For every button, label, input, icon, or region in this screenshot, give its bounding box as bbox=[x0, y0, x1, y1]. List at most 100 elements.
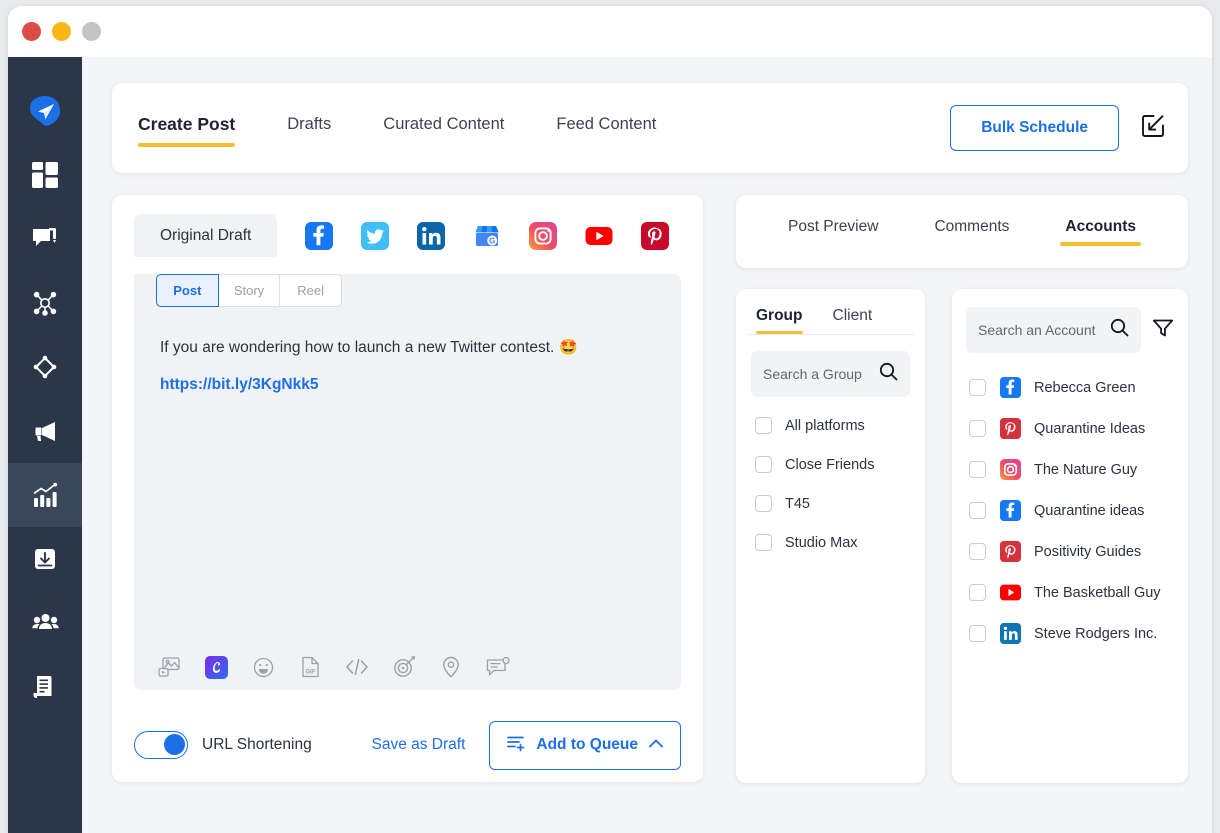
note-comment-icon[interactable] bbox=[485, 654, 511, 680]
sidebar-item-publish[interactable] bbox=[8, 79, 82, 143]
sidebar-item-analytics[interactable] bbox=[8, 463, 82, 527]
app-window: Create Post Drafts Curated Content Feed … bbox=[8, 6, 1212, 833]
facebook-icon[interactable] bbox=[305, 221, 334, 250]
google-business-icon[interactable]: G bbox=[473, 222, 501, 250]
facebook-icon bbox=[1000, 500, 1021, 521]
download-inbox-icon bbox=[32, 546, 58, 572]
gif-file-icon[interactable]: GIF bbox=[297, 654, 323, 680]
compose-square-arrow-icon bbox=[1141, 113, 1166, 143]
segment-post[interactable]: Post bbox=[156, 274, 219, 307]
checkbox[interactable] bbox=[969, 502, 986, 519]
group-item-label: T45 bbox=[785, 495, 810, 512]
location-pin-icon[interactable] bbox=[438, 654, 464, 680]
accounts-search-row: Search an Account bbox=[966, 307, 1174, 353]
post-text-content: If you are wondering how to launch a new… bbox=[160, 339, 555, 356]
group-item-label: Close Friends bbox=[785, 456, 875, 473]
platform-icon-row: G bbox=[305, 221, 670, 250]
diamond-target-icon bbox=[32, 354, 58, 380]
linkedin-icon[interactable] bbox=[417, 221, 446, 250]
account-row[interactable]: Steve Rodgers Inc. bbox=[966, 613, 1174, 654]
account-row[interactable]: The Basketball Guy bbox=[966, 572, 1174, 613]
account-name: Positivity Guides bbox=[1034, 543, 1142, 560]
checkbox[interactable] bbox=[755, 495, 772, 512]
checkbox[interactable] bbox=[969, 625, 986, 642]
group-search-input[interactable]: Search a Group bbox=[751, 351, 910, 397]
tab-drafts[interactable]: Drafts bbox=[287, 115, 331, 141]
post-text-editor[interactable]: If you are wondering how to launch a new… bbox=[160, 337, 655, 359]
account-name: Quarantine ideas bbox=[1034, 502, 1145, 519]
window-minimize-button[interactable] bbox=[52, 22, 71, 41]
tab-feed-content[interactable]: Feed Content bbox=[556, 115, 656, 141]
group-item-close-friends[interactable]: Close Friends bbox=[751, 445, 910, 484]
accounts-panel: Search an Account Rebecca Green Quaranti… bbox=[952, 289, 1188, 783]
group-item-label: All platforms bbox=[785, 417, 865, 434]
media-image-icon[interactable] bbox=[156, 654, 182, 680]
tab-group[interactable]: Group bbox=[756, 307, 803, 334]
segment-story[interactable]: Story bbox=[218, 274, 281, 307]
account-search-placeholder: Search an Account bbox=[978, 322, 1096, 338]
checkbox[interactable] bbox=[969, 461, 986, 478]
sidebar-item-campaigns[interactable] bbox=[8, 335, 82, 399]
tab-comments[interactable]: Comments bbox=[934, 218, 1009, 246]
search-icon[interactable] bbox=[879, 362, 898, 386]
twitter-icon[interactable] bbox=[361, 221, 390, 250]
checkbox[interactable] bbox=[755, 534, 772, 551]
checkbox[interactable] bbox=[969, 379, 986, 396]
composer-footer: URL Shortening Save as Draft Add to Queu… bbox=[112, 690, 703, 778]
checkbox[interactable] bbox=[969, 543, 986, 560]
url-shortening-toggle[interactable] bbox=[134, 731, 188, 759]
composer-editor-area: Post Story Reel If you are wondering how… bbox=[134, 274, 681, 690]
checkbox[interactable] bbox=[755, 456, 772, 473]
tab-create-post[interactable]: Create Post bbox=[138, 114, 236, 147]
youtube-icon[interactable] bbox=[585, 222, 613, 250]
checkbox[interactable] bbox=[969, 584, 986, 601]
group-item-all-platforms[interactable]: All platforms bbox=[751, 406, 910, 445]
tab-original-draft[interactable]: Original Draft bbox=[134, 214, 278, 257]
sidebar-item-reports[interactable] bbox=[8, 655, 82, 719]
account-search-input[interactable]: Search an Account bbox=[966, 307, 1141, 353]
code-brackets-icon[interactable] bbox=[344, 654, 370, 680]
checkbox[interactable] bbox=[755, 417, 772, 434]
account-row[interactable]: The Nature Guy bbox=[966, 449, 1174, 490]
instagram-icon[interactable] bbox=[529, 221, 558, 250]
filter-funnel-icon[interactable] bbox=[1152, 318, 1174, 343]
main-content: Create Post Drafts Curated Content Feed … bbox=[82, 57, 1212, 833]
tab-post-preview[interactable]: Post Preview bbox=[788, 218, 878, 246]
canva-icon[interactable] bbox=[203, 654, 229, 680]
sidebar-item-dashboard[interactable] bbox=[8, 143, 82, 207]
sidebar-item-engage[interactable] bbox=[8, 207, 82, 271]
youtube-icon bbox=[1000, 582, 1021, 603]
instagram-icon bbox=[1000, 459, 1021, 480]
sidebar-item-network[interactable] bbox=[8, 271, 82, 335]
megaphone-icon bbox=[32, 418, 58, 444]
add-to-queue-button[interactable]: Add to Queue bbox=[489, 720, 681, 770]
window-maximize-button[interactable] bbox=[82, 22, 101, 41]
account-row[interactable]: Quarantine Ideas bbox=[966, 408, 1174, 449]
sidebar-item-advocacy[interactable] bbox=[8, 399, 82, 463]
search-icon[interactable] bbox=[1110, 318, 1129, 342]
target-icon[interactable] bbox=[391, 654, 417, 680]
tab-client[interactable]: Client bbox=[833, 307, 873, 334]
account-row[interactable]: Rebecca Green bbox=[966, 367, 1174, 408]
segment-reel[interactable]: Reel bbox=[280, 274, 343, 307]
save-as-draft-button[interactable]: Save as Draft bbox=[371, 736, 465, 754]
account-row[interactable]: Quarantine ideas bbox=[966, 490, 1174, 531]
checkbox[interactable] bbox=[969, 420, 986, 437]
tab-curated-content[interactable]: Curated Content bbox=[383, 115, 504, 141]
window-close-button[interactable] bbox=[22, 22, 41, 41]
pinterest-icon[interactable] bbox=[641, 221, 670, 250]
account-name: The Basketball Guy bbox=[1034, 584, 1161, 601]
top-tab-bar: Create Post Drafts Curated Content Feed … bbox=[112, 83, 1188, 173]
account-row[interactable]: Positivity Guides bbox=[966, 531, 1174, 572]
facebook-icon bbox=[1000, 377, 1021, 398]
bulk-schedule-button[interactable]: Bulk Schedule bbox=[950, 105, 1119, 151]
emoji-smiley-icon[interactable] bbox=[250, 654, 276, 680]
post-shortened-link[interactable]: https://bit.ly/3KgNkk5 bbox=[160, 376, 655, 394]
compose-button[interactable] bbox=[1141, 113, 1166, 143]
group-item-t45[interactable]: T45 bbox=[751, 484, 910, 523]
tab-accounts[interactable]: Accounts bbox=[1060, 218, 1141, 246]
sidebar-item-downloads[interactable] bbox=[8, 527, 82, 591]
sidebar-item-team[interactable] bbox=[8, 591, 82, 655]
group-item-studio-max[interactable]: Studio Max bbox=[751, 523, 910, 562]
preview-tab-bar: Post Preview Comments Accounts bbox=[736, 195, 1188, 268]
